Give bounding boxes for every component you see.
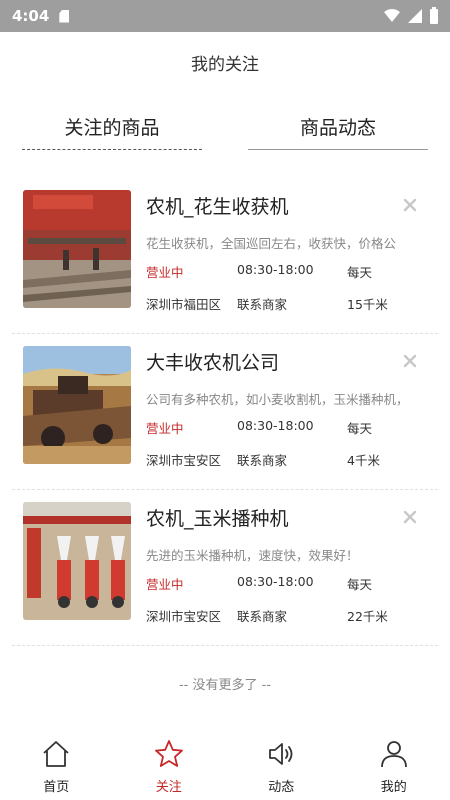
product-description: 先进的玉米播种机，速度快，效果好！ (146, 548, 359, 563)
home-icon (43, 741, 69, 767)
product-card[interactable]: 农机_花生收获机 花生收获机，全国巡回左右，收获快，价格公 营业中 08:30-… (12, 178, 438, 334)
product-image[interactable] (23, 346, 131, 464)
tab-followed-products[interactable]: 关注的商品 (22, 110, 202, 150)
business-hours: 08:30-18:00 (237, 418, 314, 433)
status-badge: 营业中 (146, 577, 184, 592)
contact-merchant-link[interactable]: 联系商家 (237, 294, 287, 313)
bottom-nav: 首页 关注 动态 我的 (0, 732, 450, 800)
distance-text: 15千米 (347, 297, 388, 312)
nav-home[interactable]: 首页 (0, 732, 113, 800)
product-image[interactable] (23, 502, 131, 620)
nav-follow[interactable]: 关注 (113, 732, 226, 800)
product-title[interactable]: 大丰收农机公司 (146, 348, 279, 375)
distance-text: 4千米 (347, 453, 380, 468)
nav-dynamic[interactable]: 动态 (225, 732, 338, 800)
peanut-harvester-photo (23, 190, 131, 308)
product-title[interactable]: 农机_玉米播种机 (146, 504, 289, 531)
user-icon (380, 741, 407, 768)
status-time: 4:04 (12, 7, 50, 25)
speaker-icon (269, 743, 293, 765)
status-icons (384, 6, 438, 24)
followed-product-list: 农机_花生收获机 花生收获机，全国巡回左右，收获快，价格公 营业中 08:30-… (0, 178, 450, 646)
business-days: 每天 (347, 265, 373, 280)
star-icon (154, 740, 183, 767)
location-text: 深圳市宝安区 (146, 609, 222, 624)
product-card[interactable]: 大丰收农机公司 公司有多种农机，如小麦收割机，玉米播种机， 营业中 08:30-… (12, 334, 438, 490)
status-badge: 营业中 (146, 421, 184, 436)
tab-bar: 关注的商品 商品动态 (22, 110, 430, 150)
product-description: 花生收获机，全国巡回左右，收获快，价格公 (146, 236, 397, 251)
product-title[interactable]: 农机_花生收获机 (146, 192, 289, 219)
product-card[interactable]: 农机_玉米播种机 先进的玉米播种机，速度快，效果好！ 营业中 08:30-18:… (12, 490, 438, 646)
nav-label: 动态 (268, 780, 295, 795)
close-icon[interactable] (402, 353, 418, 369)
product-image[interactable] (23, 190, 131, 308)
nav-label: 关注 (155, 780, 182, 795)
business-hours: 08:30-18:00 (237, 262, 314, 277)
product-description: 公司有多种农机，如小麦收割机，玉米播种机， (146, 392, 409, 407)
close-icon[interactable] (402, 509, 418, 525)
business-days: 每天 (347, 421, 373, 436)
corn-seeder-photo (23, 502, 131, 620)
business-hours: 08:30-18:00 (237, 574, 314, 589)
wifi-icon (384, 9, 400, 22)
location-text: 深圳市宝安区 (146, 453, 222, 468)
close-icon[interactable] (402, 197, 418, 213)
business-days: 每天 (347, 577, 373, 592)
status-badge: 营业中 (146, 265, 184, 280)
nav-label: 首页 (43, 780, 70, 795)
battery-icon (430, 6, 438, 24)
nav-label: 我的 (380, 780, 407, 795)
contact-merchant-link[interactable]: 联系商家 (237, 606, 287, 625)
signal-icon (408, 9, 422, 23)
contact-merchant-link[interactable]: 联系商家 (237, 450, 287, 469)
status-bar: 4:04 (0, 0, 450, 32)
location-text: 深圳市福田区 (146, 297, 222, 312)
distance-text: 22千米 (347, 609, 388, 624)
no-more-indicator: -- 没有更多了 -- (178, 678, 272, 693)
nav-mine[interactable]: 我的 (338, 732, 450, 800)
page-title: 我的关注 (191, 55, 259, 75)
sim-card-icon (59, 9, 70, 23)
combine-harvester-photo (23, 346, 131, 464)
tab-product-updates[interactable]: 商品动态 (248, 110, 428, 150)
